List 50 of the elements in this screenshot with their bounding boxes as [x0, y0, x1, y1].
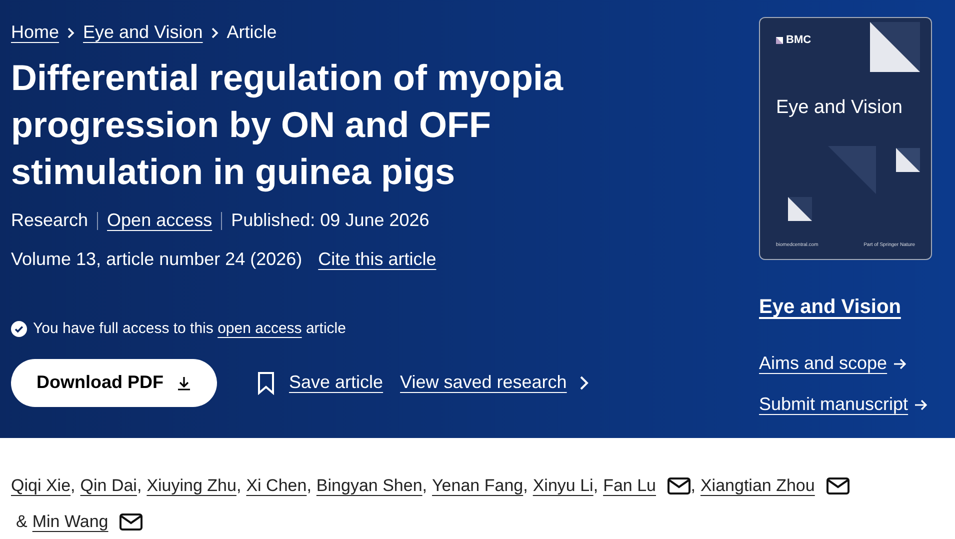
author-link[interactable]: Xiangtian Zhou	[700, 476, 815, 495]
open-access-link[interactable]: Open access	[107, 207, 212, 234]
chevron-right-icon	[210, 26, 219, 38]
cover-title: Eye and Vision	[776, 96, 902, 120]
author-separator: ,	[690, 476, 696, 495]
author-separator: &	[16, 512, 28, 531]
author-separator: ,	[422, 476, 428, 495]
bookmark-icon	[257, 370, 275, 394]
article-type: Research	[11, 209, 88, 232]
email-icon[interactable]	[118, 513, 143, 531]
author-link[interactable]: Fan Lu	[603, 476, 656, 495]
cite-link[interactable]: Cite this article	[318, 246, 436, 273]
author-link[interactable]: Xinyu Li	[532, 476, 594, 495]
article-title: Differential regulation of myopia progression by ON and OFF stimulation in guinea pigs	[11, 56, 564, 194]
author-link[interactable]: Qin Dai	[80, 476, 137, 495]
logo-icon	[776, 36, 783, 44]
volume-info: Volume 13, article number 24 (2026)	[11, 248, 302, 271]
download-pdf-button[interactable]: Download PDF	[11, 358, 217, 406]
author-separator: ,	[593, 476, 598, 495]
journal-link[interactable]: Eye and Vision	[759, 292, 932, 322]
publisher-logo: BMC	[786, 33, 812, 48]
author-link[interactable]: Xi Chen	[246, 476, 307, 495]
author-link[interactable]: Bingyan Shen	[316, 476, 422, 495]
journal-info-link[interactable]: Aims and scope	[759, 350, 888, 377]
view-saved-research-link[interactable]: View saved research	[400, 369, 567, 396]
author-link[interactable]: Xiuying Zhu	[146, 476, 236, 495]
author-separator: ,	[306, 476, 312, 495]
published-date: Published: 09 June 2026	[231, 209, 430, 232]
arrow-right-icon	[914, 398, 928, 410]
author-link[interactable]: Yenan Fang	[432, 476, 524, 495]
email-icon[interactable]	[666, 477, 691, 495]
breadcrumb-link[interactable]: Home	[11, 19, 60, 46]
author-separator: ,	[70, 476, 76, 495]
author-separator: ,	[523, 476, 528, 495]
check-icon	[11, 321, 27, 338]
breadcrumb-link[interactable]: Eye and Vision	[83, 19, 203, 46]
breadcrumb-current: Article	[226, 21, 277, 44]
open-access-link[interactable]: open access	[218, 320, 302, 337]
save-article-link[interactable]: Save article	[289, 369, 384, 396]
author-separator: ,	[236, 476, 242, 495]
author-link[interactable]: Min Wang	[32, 512, 108, 531]
author-link[interactable]: Qiqi Xie	[11, 476, 71, 495]
arrow-right-icon	[893, 358, 908, 370]
chevron-right-icon	[67, 26, 76, 38]
email-icon[interactable]	[826, 477, 850, 495]
journal-info-link[interactable]: Submit manuscript	[759, 391, 908, 418]
author-separator: ,	[136, 476, 142, 495]
access-note: You have full access to this open access article	[33, 319, 346, 339]
chevron-right-icon	[578, 374, 589, 390]
download-icon	[176, 374, 192, 390]
